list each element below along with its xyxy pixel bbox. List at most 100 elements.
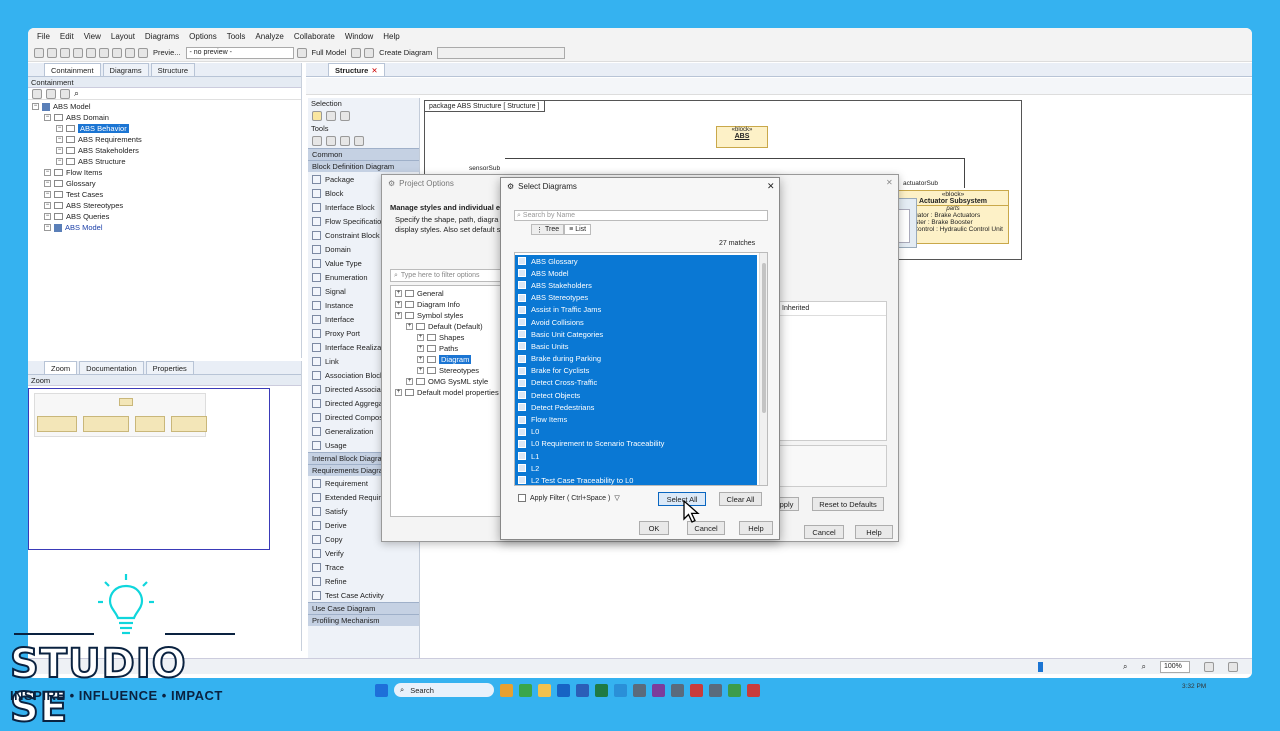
options-tree-node[interactable]: + Default model properties — [391, 387, 501, 398]
tree-node[interactable]: − ABS Model — [32, 101, 301, 112]
options-tree-node[interactable]: + General — [391, 288, 501, 299]
apply-filter-checkbox[interactable] — [518, 494, 526, 502]
expand-toggle-icon[interactable]: + — [406, 323, 413, 330]
menu-collaborate[interactable]: Collaborate — [289, 32, 340, 41]
diagram-list-item[interactable]: L2 — [515, 462, 757, 474]
diagram-list-item[interactable]: ABS Model — [515, 267, 757, 279]
abs-block[interactable]: «block» ABS — [716, 126, 768, 148]
windows-start-icon[interactable] — [375, 683, 388, 697]
options-cancel-button[interactable]: Cancel — [804, 525, 844, 539]
ok-button[interactable]: OK — [639, 521, 669, 535]
palette-item[interactable]: Refine — [308, 574, 419, 588]
tab-documentation[interactable]: Documentation — [79, 361, 144, 374]
zoom-level[interactable]: 100% — [1160, 660, 1190, 673]
diagram-list-item[interactable]: Basic Units — [515, 340, 757, 352]
lasso-icon[interactable] — [326, 111, 336, 121]
redo-icon[interactable] — [86, 47, 96, 58]
diagram-list-item[interactable]: L0 Requirement to Scenario Traceability — [515, 438, 757, 450]
expand-toggle-icon[interactable]: − — [56, 136, 63, 143]
expand-toggle-icon[interactable]: + — [395, 290, 402, 297]
palette-item[interactable]: Trace — [308, 560, 419, 574]
expand-toggle-icon[interactable]: − — [44, 202, 51, 209]
diagram-list-item[interactable]: Assist in Traffic Jams — [515, 304, 757, 316]
options-tree-node[interactable]: + Stereotypes — [391, 365, 501, 376]
outlook-icon[interactable] — [557, 683, 570, 697]
diagram-list-item[interactable]: Brake during Parking — [515, 353, 757, 365]
anchor-icon[interactable] — [326, 136, 336, 146]
preview-select[interactable]: - no preview - — [185, 46, 294, 59]
create-diagram-button[interactable]: Create Diagram — [377, 48, 434, 57]
menu-file[interactable]: File — [32, 32, 55, 41]
tab-zoom[interactable]: Zoom — [44, 361, 78, 374]
options-tree-node[interactable]: + Default (Default) — [391, 321, 501, 332]
star-icon[interactable] — [60, 88, 70, 99]
tab-list[interactable]: ≡ List — [564, 224, 592, 235]
options-tree-node[interactable]: + OMG SysML style — [391, 376, 501, 387]
note-icon[interactable] — [312, 136, 322, 146]
expand-toggle-icon[interactable]: + — [406, 378, 413, 385]
tree-node[interactable]: − ABS Behavior — [32, 123, 301, 134]
excel-icon[interactable] — [595, 683, 608, 697]
expand-toggle-icon[interactable]: − — [44, 191, 51, 198]
expand-toggle-icon[interactable]: − — [44, 224, 51, 231]
app-icon[interactable] — [747, 683, 760, 697]
expand-toggle-icon[interactable]: − — [56, 147, 63, 154]
app-icon[interactable] — [671, 683, 684, 697]
search-icon[interactable]: ⌕ — [74, 88, 79, 99]
menu-options[interactable]: Options — [184, 32, 222, 41]
tree-node[interactable]: − Glossary — [32, 178, 301, 189]
reset-defaults-button[interactable]: Reset to Defaults — [812, 497, 884, 511]
search-icon[interactable]: ⌕ — [1123, 662, 1127, 672]
diagram-list-item[interactable]: ABS Glossary — [515, 255, 757, 267]
widgets-icon[interactable] — [500, 683, 513, 697]
app-icon[interactable] — [614, 683, 627, 697]
app-icon[interactable] — [709, 683, 722, 697]
validate-icon[interactable] — [125, 47, 135, 58]
expand-toggle-icon[interactable]: − — [44, 213, 51, 220]
palette-group-common[interactable]: Common — [308, 148, 419, 160]
expand-toggle-icon[interactable]: − — [44, 169, 51, 176]
tree-node[interactable]: − ABS Stakeholders — [32, 145, 301, 156]
collapse-icon[interactable] — [32, 88, 42, 99]
palette-item[interactable]: Test Case Activity — [308, 588, 419, 602]
app-icon[interactable] — [633, 683, 646, 697]
options-tree-node[interactable]: + Symbol styles — [391, 310, 501, 321]
expand-toggle-icon[interactable]: − — [56, 125, 63, 132]
expand-toggle-icon[interactable]: − — [32, 103, 39, 110]
palette-group-profiling[interactable]: Profiling Mechanism — [308, 614, 419, 626]
diagram-list-item[interactable]: Flow Items — [515, 413, 757, 425]
options-filter-input[interactable]: ⌕ Type here to filter options — [390, 269, 502, 282]
expand-icon[interactable] — [46, 88, 56, 99]
expand-toggle-icon[interactable]: + — [395, 389, 402, 396]
tab-containment[interactable]: Containment — [44, 63, 101, 76]
zoom-slider-thumb[interactable] — [1038, 662, 1043, 672]
tab-tree[interactable]: ⋮ Tree — [531, 224, 565, 235]
close-icon[interactable]: ✕ — [886, 178, 893, 187]
app-icon[interactable] — [728, 683, 741, 697]
app-icon[interactable] — [690, 683, 703, 697]
diagram-list-item[interactable]: Detect Cross-Traffic — [515, 377, 757, 389]
file-explorer-icon[interactable] — [538, 683, 551, 697]
text-icon[interactable] — [340, 136, 350, 146]
new-icon[interactable] — [34, 47, 44, 58]
tree-node[interactable]: − ABS Model — [32, 222, 301, 233]
open-icon[interactable] — [47, 47, 57, 58]
expand-toggle-icon[interactable]: + — [417, 367, 424, 374]
diagram-list-item[interactable]: Brake for Cyclists — [515, 365, 757, 377]
tab-properties[interactable]: Properties — [145, 361, 194, 374]
image-icon[interactable] — [354, 136, 364, 146]
diagram-list-item[interactable]: ABS Stakeholders — [515, 279, 757, 291]
close-icon[interactable]: ✕ — [767, 181, 775, 192]
tree-node[interactable]: − ABS Stereotypes — [32, 200, 301, 211]
expand-toggle-icon[interactable]: + — [395, 312, 402, 319]
filter-icon[interactable]: ▽ — [614, 494, 619, 502]
tree-node[interactable]: − ABS Structure — [32, 156, 301, 167]
expand-toggle-icon[interactable]: + — [417, 345, 424, 352]
options-tree-node[interactable]: + Diagram Info — [391, 299, 501, 310]
diagram-list-item[interactable]: L2 Test Case Traceability to L0 — [515, 474, 757, 485]
expand-toggle-icon[interactable]: − — [56, 158, 63, 165]
tree-node[interactable]: − ABS Requirements — [32, 134, 301, 145]
options-tree-node[interactable]: + Diagram — [391, 354, 501, 365]
palette-group-ucd[interactable]: Use Case Diagram — [308, 602, 419, 614]
expand-toggle-icon[interactable]: + — [395, 301, 402, 308]
